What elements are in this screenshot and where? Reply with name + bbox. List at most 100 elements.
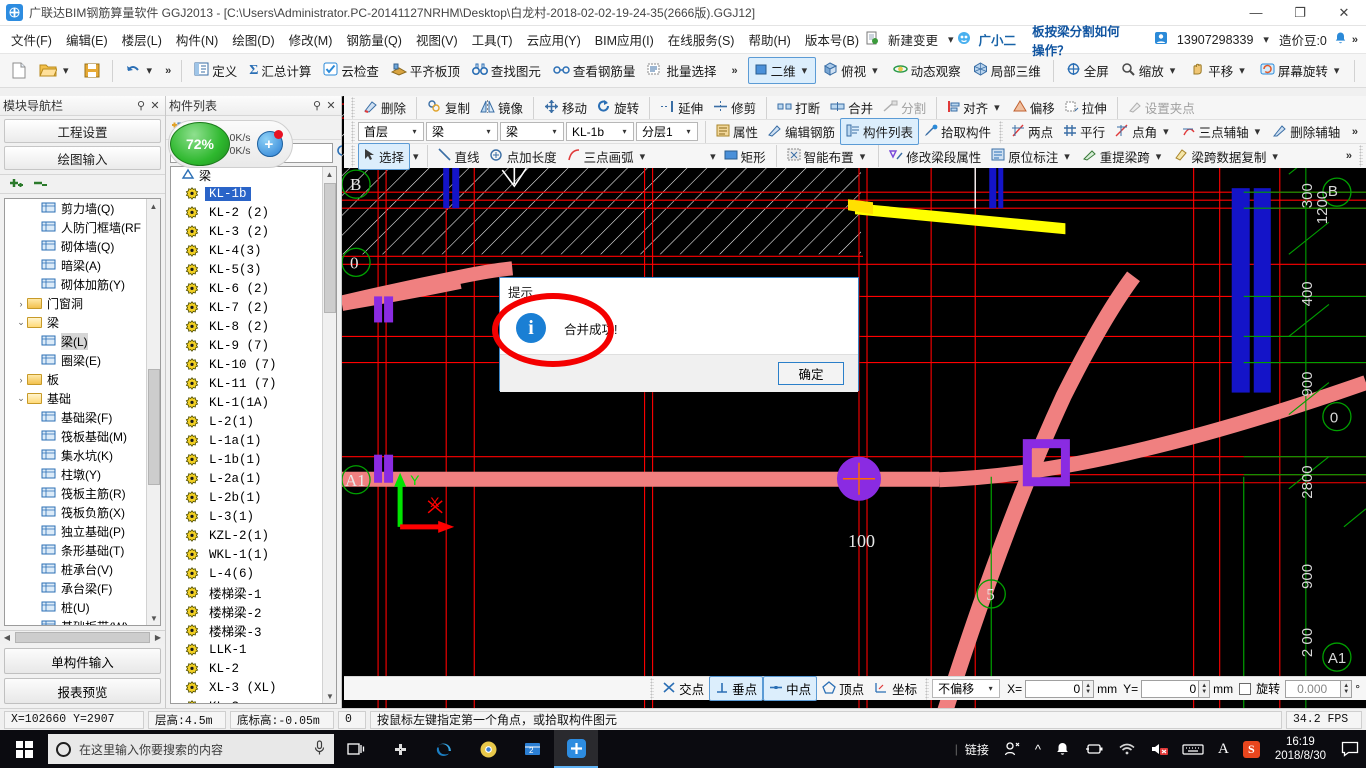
line-button[interactable]: 直线 [433, 144, 485, 169]
ime-icon[interactable]: A [1211, 730, 1236, 768]
menu-floor[interactable]: 楼层(L) [115, 26, 169, 53]
link-label[interactable]: 链接 [958, 730, 996, 768]
new-change-button[interactable]: 新建变更 [881, 26, 945, 53]
offset-mode-combo[interactable]: 不偏移 ▾ [932, 679, 1001, 698]
undo-icon[interactable]: ▾ [120, 60, 161, 81]
view-2d-chevron-down-icon[interactable]: ▾ [799, 64, 811, 77]
tree-item-19[interactable]: 桩承台(V) [5, 560, 146, 579]
list-item[interactable]: L-1b(1) [171, 450, 322, 469]
collapse-all-icon[interactable] [32, 176, 48, 193]
screen-rotate-button[interactable]: 屏幕旋转 ▾ [1255, 58, 1348, 83]
component-list-box[interactable]: 梁 KL-1b KL-2 (2) KL-3 (2) KL-4(3) KL-5(3) KL-… [170, 166, 337, 704]
tree-item-21[interactable]: 桩(U) [5, 598, 146, 617]
new-file-icon[interactable] [6, 59, 32, 82]
tree-expander-icon[interactable]: ⌄ [15, 393, 27, 404]
tree-item-13[interactable]: 集水坑(K) [5, 446, 146, 465]
snap-grip[interactable] [650, 677, 655, 700]
tree-item-1[interactable]: 人防门框墙(RF [5, 218, 146, 237]
account-chevron-down-icon[interactable]: ▾ [1260, 33, 1272, 46]
save-icon[interactable] [79, 59, 105, 82]
drawing-input-button[interactable]: 绘图输入 [4, 146, 161, 170]
list-item[interactable]: KL-6 (2) [171, 279, 322, 298]
type-combo[interactable]: 梁 ▾ [500, 122, 564, 141]
trim-button[interactable]: 修剪 [708, 95, 761, 120]
toolbar-overflow-button-2[interactable]: » [723, 65, 745, 77]
menu-component[interactable]: 构件(N) [169, 26, 225, 53]
three-point-axis-button[interactable]: 三点辅轴 ▾ [1177, 119, 1269, 144]
component-list-scrollbar[interactable]: ▲ ▼ [322, 167, 336, 703]
define-button[interactable]: 定义 [189, 58, 242, 83]
annotation-chevron-down-icon[interactable]: ▾ [1061, 150, 1073, 163]
bell-icon[interactable] [1334, 31, 1347, 48]
stretch-button[interactable]: 拉伸 [1060, 95, 1112, 120]
cloud-check-button[interactable]: 云检查 [318, 58, 384, 83]
menu-online-service[interactable]: 在线服务(S) [661, 26, 742, 53]
select-floor-button[interactable]: 选择楼层 [1362, 58, 1366, 83]
zoom-chevron-down-icon[interactable]: ▾ [1167, 64, 1179, 77]
summary-calc-button[interactable]: Σ 汇总计算 [244, 58, 316, 83]
component-list-button[interactable]: 构件列表 [840, 118, 920, 145]
tree-item-22[interactable]: 基础板带(W) [5, 617, 146, 625]
list-item[interactable]: XL-3 (XL) [171, 678, 322, 697]
y-offset-spinner[interactable]: ▲ ▼ [1199, 679, 1211, 698]
mirror-button[interactable]: 镜像 [475, 95, 528, 120]
x-offset-spinner[interactable]: ▲ ▼ [1083, 679, 1095, 698]
snap-vertex[interactable]: 顶点 [817, 677, 869, 700]
toolbar-grip[interactable] [351, 96, 355, 119]
wifi-icon[interactable] [1111, 730, 1143, 768]
chrome-icon[interactable] [466, 730, 510, 768]
list-item[interactable]: KL-2 (2) [171, 203, 322, 222]
tree-item-0[interactable]: 剪力墙(Q) [5, 199, 146, 218]
list-item[interactable]: KL-3 [171, 697, 322, 703]
menu-tools[interactable]: 工具(T) [465, 26, 520, 53]
point-angle-axis-button[interactable]: 点角 ▾ [1110, 119, 1177, 144]
component-combo[interactable]: KL-1b ▾ [566, 122, 634, 141]
arc-chevron-down-icon[interactable]: ▾ [637, 150, 649, 163]
menu-draw[interactable]: 绘图(D) [225, 26, 281, 53]
list-item[interactable]: KL-11 (7) [171, 374, 322, 393]
cad-canvas[interactable]: B 0 A1 5 100 1 85 1200 300 400 900 2800 … [342, 96, 1366, 708]
rotate-spinner[interactable]: ▲ ▼ [1341, 679, 1353, 698]
cad-drawing[interactable]: B 0 A1 5 100 1 85 1200 300 400 900 2800 … [342, 96, 1366, 708]
slack-icon[interactable] [378, 730, 422, 768]
list-item[interactable]: KL-8 (2) [171, 317, 322, 336]
taskbar-search[interactable]: 在这里输入你要搜索的内容 [48, 734, 334, 764]
tree-item-17[interactable]: 独立基础(P) [5, 522, 146, 541]
smart-layout-button[interactable]: 智能布置 ▾ [782, 144, 874, 169]
report-preview-button[interactable]: 报表预览 [4, 678, 161, 704]
break-button[interactable]: 打断 [772, 95, 825, 120]
battery-icon[interactable] [1077, 730, 1111, 768]
pan-button[interactable]: 平移 ▾ [1185, 58, 1253, 83]
sogou-icon[interactable]: S [1236, 730, 1267, 768]
chevron-down-icon[interactable]: ▾ [408, 127, 421, 136]
tree-item-16[interactable]: 筏板负筋(X) [5, 503, 146, 522]
list-item[interactable]: KL-5(3) [171, 260, 322, 279]
microphone-icon[interactable] [313, 739, 326, 759]
merge-button[interactable]: 合并 [825, 95, 878, 120]
point-plus-length-button[interactable]: 点加长度 [485, 144, 562, 169]
tree-item-10[interactable]: ⌄ 基础 [5, 389, 146, 408]
coins-label[interactable]: 造价豆:0 [1272, 26, 1334, 53]
tree-item-2[interactable]: 砌体墙(Q) [5, 237, 146, 256]
taskbar-clock[interactable]: 16:19 2018/8/30 [1267, 735, 1334, 764]
set-grip-button[interactable]: 设置夹点 [1123, 95, 1200, 120]
list-item[interactable]: KZL-2(1) [171, 526, 322, 545]
scrollbar-thumb[interactable] [324, 183, 336, 313]
navigator-h-scrollbar[interactable]: ◀ ▶ [0, 630, 165, 644]
scroll-down-icon[interactable]: ▼ [147, 611, 160, 625]
top-view-button[interactable]: 俯视 ▾ [818, 58, 886, 83]
list-item[interactable]: L-4(6) [171, 564, 322, 583]
navigator-tree[interactable]: 剪力墙(Q) 人防门框墙(RF 砌体墙(Q) 暗梁(A) 砌体加筋(Y) › 门窗洞 ⌄ 梁梁(… [4, 198, 161, 626]
align-chevron-down-icon[interactable]: ▾ [991, 101, 1003, 114]
snap-perpendicular[interactable]: 垂点 [709, 676, 764, 701]
snap-intersection[interactable]: 交点 [657, 677, 709, 700]
tree-item-14[interactable]: 柱墩(Y) [5, 465, 146, 484]
three-point-arc-button[interactable]: 三点画弧 ▾ [562, 144, 654, 169]
fullscreen-button[interactable]: 全屏 [1061, 58, 1114, 83]
single-component-input-button[interactable]: 单构件输入 [4, 648, 161, 674]
tip-link[interactable]: 板按梁分割如何操作？ [1022, 21, 1140, 59]
re-extract-chevron-down-icon[interactable]: ▾ [1153, 150, 1165, 163]
list-item[interactable]: KL-2 [171, 659, 322, 678]
chevron-down-icon[interactable]: ▾ [548, 127, 561, 136]
list-item[interactable]: L-2(1) [171, 412, 322, 431]
